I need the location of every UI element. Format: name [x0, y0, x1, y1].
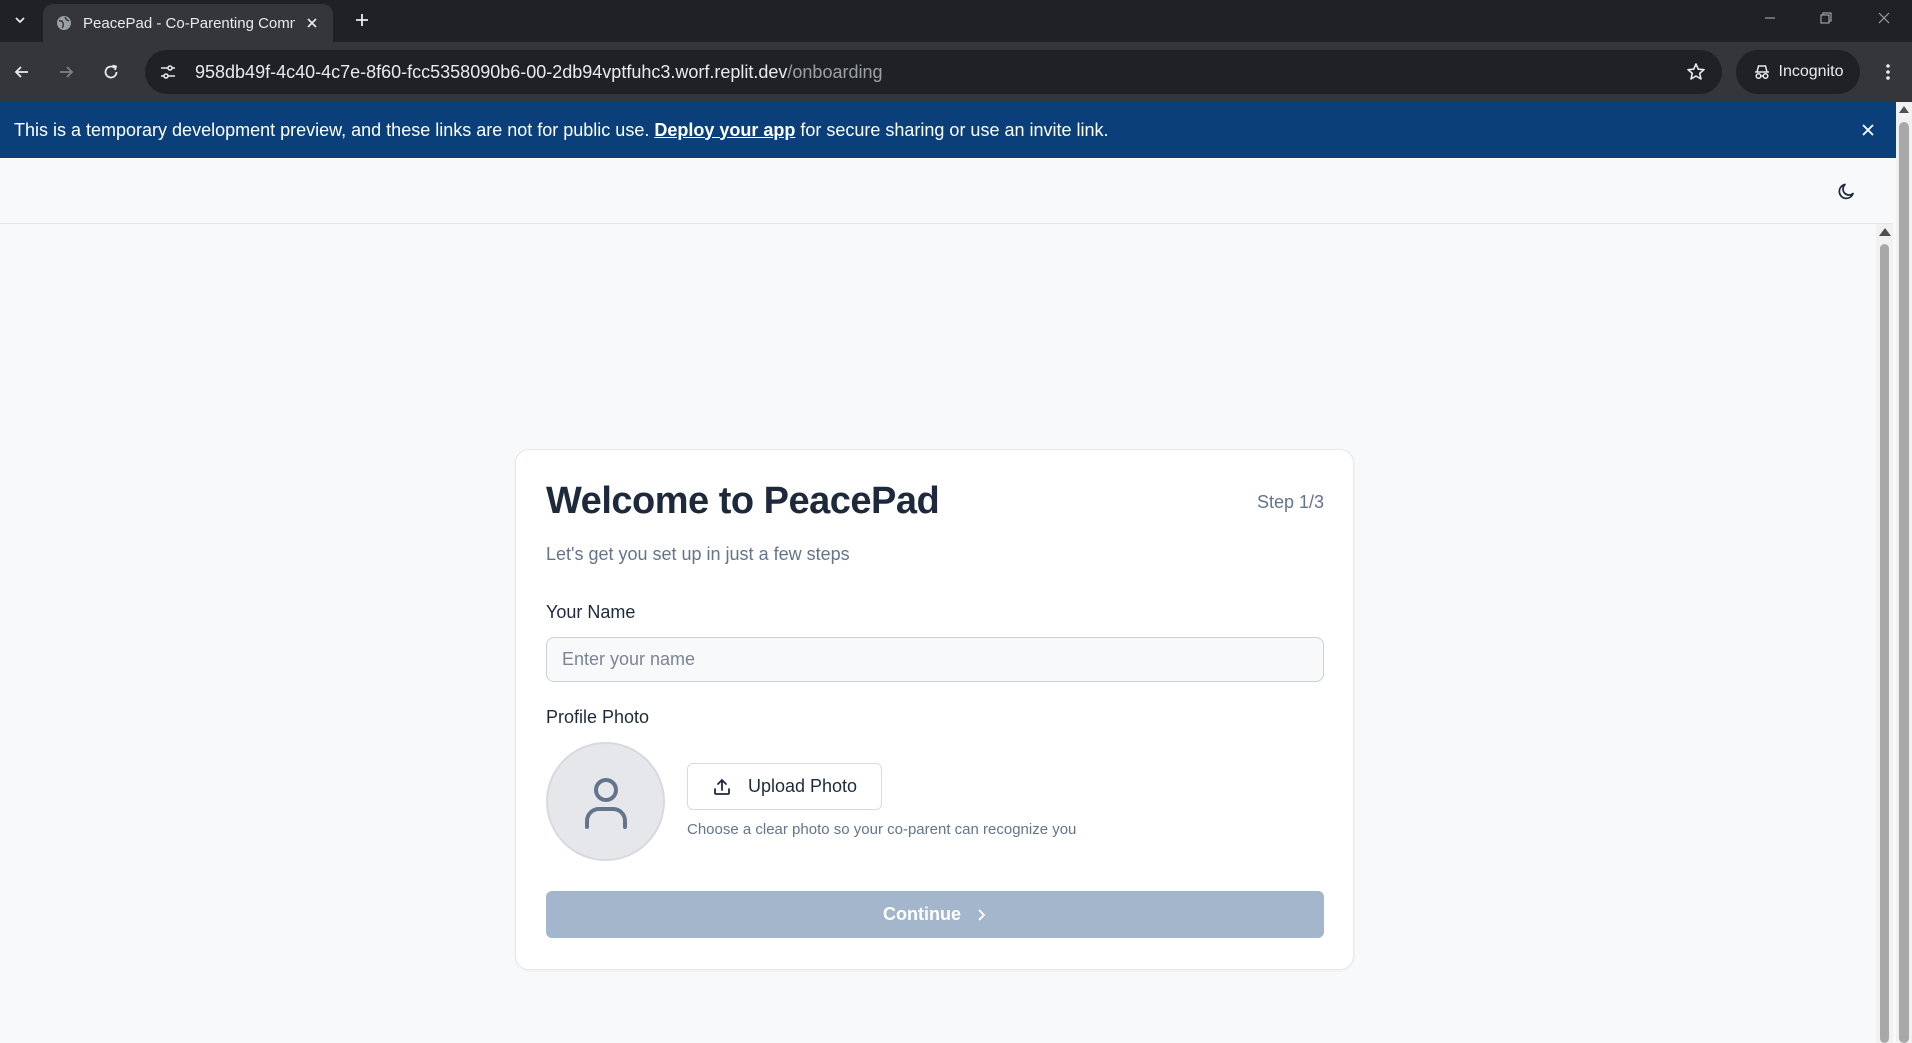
plus-icon — [356, 14, 368, 26]
upload-photo-label: Upload Photo — [747, 776, 858, 796]
site-info-button[interactable] — [153, 57, 183, 87]
window-scroll-up-arrow[interactable] — [1899, 106, 1909, 113]
address-bar[interactable]: 958db49f-4c40-4c7e-8f60-fcc5358090b6-00-… — [145, 50, 1722, 94]
window-scrollbar[interactable] — [1896, 102, 1912, 1043]
deploy-link[interactable]: Deploy your app — [654, 120, 795, 141]
url-path: /onboarding — [787, 61, 883, 82]
upload-photo-button[interactable]: Upload Photo — [687, 763, 882, 810]
dev-preview-banner: This is a temporary development preview,… — [0, 102, 1896, 158]
onboarding-card: Welcome to PeacePad Step 1/3 Let's get y… — [515, 449, 1354, 970]
restore-button[interactable] — [1804, 4, 1848, 32]
window-scrollbar-thumb[interactable] — [1899, 122, 1909, 1043]
close-icon — [1878, 12, 1890, 24]
banner-text: This is a temporary development preview,… — [14, 119, 650, 140]
chevron-down-icon — [15, 17, 25, 24]
browser-tab[interactable]: PeacePad - Co-Parenting Comm — [43, 4, 333, 42]
name-label: Your Name — [546, 602, 636, 622]
moon-icon[interactable] — [1835, 179, 1859, 203]
avatar-placeholder — [546, 742, 665, 861]
minimize-icon — [1765, 17, 1775, 19]
continue-button[interactable]: Continue — [546, 891, 1324, 938]
subtitle: Let's get you set up in just a few steps — [546, 544, 850, 564]
photo-hint: Choose a clear photo so your co-parent c… — [687, 821, 1077, 838]
name-input[interactable] — [546, 637, 1324, 682]
more-vert-icon — [1886, 64, 1890, 80]
continue-label: Continue — [883, 904, 961, 924]
tab-title: PeacePad - Co-Parenting Comm — [83, 14, 295, 32]
step-indicator: Step 1/3 — [1256, 492, 1324, 512]
page-scrollbar[interactable] — [1876, 224, 1893, 1043]
reload-icon — [104, 64, 118, 79]
banner-close-icon[interactable] — [1856, 118, 1880, 142]
restore-icon — [1820, 12, 1832, 24]
globe-icon — [55, 14, 73, 32]
chevron-right-icon — [978, 908, 986, 921]
page-title: Welcome to PeacePad — [546, 480, 940, 522]
back-icon — [14, 66, 28, 78]
photo-label: Profile Photo — [546, 707, 650, 727]
user-icon — [584, 777, 627, 829]
app-header — [0, 158, 1893, 224]
site-info-icon — [161, 65, 175, 79]
bookmark-star-icon[interactable] — [1684, 60, 1708, 84]
reload-button[interactable] — [95, 56, 127, 88]
profile-label: Incognito — [1778, 63, 1844, 80]
back-button[interactable] — [6, 56, 38, 88]
browser-toolbar: 958db49f-4c40-4c7e-8f60-fcc5358090b6-00-… — [0, 42, 1912, 102]
browser-menu-button[interactable] — [1872, 56, 1904, 88]
forward-button[interactable] — [50, 56, 82, 88]
new-tab-button[interactable] — [348, 6, 376, 34]
incognito-badge[interactable]: Incognito — [1736, 50, 1860, 94]
forward-icon — [60, 66, 74, 78]
tab-search-button[interactable] — [6, 6, 34, 34]
banner-text-after: for secure sharing or use an invite link… — [800, 119, 1109, 140]
close-tab-icon[interactable] — [301, 12, 323, 34]
upload-icon — [714, 778, 730, 795]
minimize-button[interactable] — [1748, 4, 1792, 32]
scrollbar-thumb[interactable] — [1880, 244, 1889, 1043]
url-text: 958db49f-4c40-4c7e-8f60-fcc5358090b6-00-… — [195, 62, 883, 83]
incognito-icon — [1754, 65, 1769, 80]
url-host: 958db49f-4c40-4c7e-8f60-fcc5358090b6-00-… — [195, 61, 788, 82]
browser-tab-strip: PeacePad - Co-Parenting Comm — [0, 0, 1912, 42]
scroll-up-arrow[interactable] — [1879, 228, 1891, 236]
close-window-button[interactable] — [1862, 4, 1906, 32]
